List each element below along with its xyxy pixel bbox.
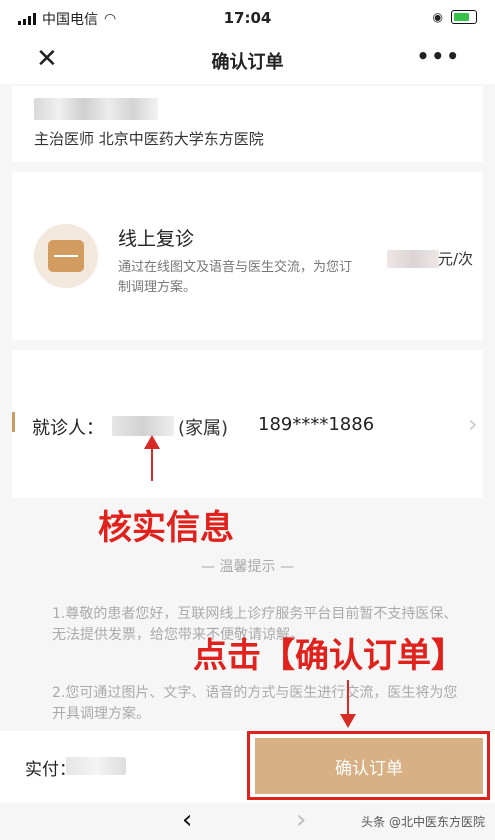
service-title: 线上复诊	[118, 228, 195, 250]
nav-bar: ✕ 确认订单 •••	[0, 36, 495, 84]
annotation-click-confirm: 点击【确认订单】	[193, 636, 465, 676]
annotation-verify-info: 核实信息	[98, 508, 234, 548]
price-blurred	[387, 250, 439, 268]
patient-relation: (家属)	[178, 418, 229, 439]
annotation-arrow-down	[340, 680, 356, 728]
status-time: 17:04	[223, 9, 272, 27]
annotation-highlight-frame	[247, 731, 490, 800]
patient-name-blurred	[112, 416, 174, 436]
chevron-right-icon[interactable]: ›	[468, 410, 478, 438]
consultation-icon	[34, 224, 98, 288]
status-bar: 中国电信 ◠ 17:04 ◉	[0, 0, 495, 36]
annotation-arrow-up	[144, 435, 160, 481]
paid-amount-blurred	[66, 757, 126, 775]
doctor-name-blurred	[34, 98, 158, 120]
price-unit: 元/次	[438, 250, 474, 268]
accent-bar	[12, 412, 15, 432]
service-description: 通过在线图文及语音与医生交流，为您订制调理方案。	[118, 260, 353, 295]
forward-arrow-icon[interactable]: ›	[296, 805, 306, 835]
doctor-info: 主治医师 北京中医药大学东方医院	[34, 130, 264, 148]
tips-title: — 温馨提示 —	[201, 559, 294, 575]
service-card: 线上复诊 通过在线图文及语音与医生交流，为您订制调理方案。 元/次	[12, 172, 483, 340]
battery-icon	[451, 10, 477, 24]
patient-phone: 189****1886	[258, 414, 375, 435]
more-icon[interactable]: •••	[417, 44, 461, 68]
doctor-card: 主治医师 北京中医药大学东方医院	[12, 86, 483, 162]
status-right: ◉	[433, 10, 477, 24]
browser-toolbar: ‹ › 头条 @北中医东方医院	[0, 803, 495, 840]
back-arrow-icon[interactable]: ‹	[182, 805, 192, 835]
tip-item-2: 2.您可通过图片、文字、语音的方式与医生进行交流，医生将为您开具调理方案。	[52, 685, 458, 722]
patient-card[interactable]: 就诊人： (家属) 189****1886 ›	[12, 350, 483, 498]
watermark: 头条 @北中医东方医院	[361, 815, 485, 829]
patient-label: 就诊人：	[32, 418, 104, 439]
rotation-lock-icon: ◉	[432, 10, 443, 24]
